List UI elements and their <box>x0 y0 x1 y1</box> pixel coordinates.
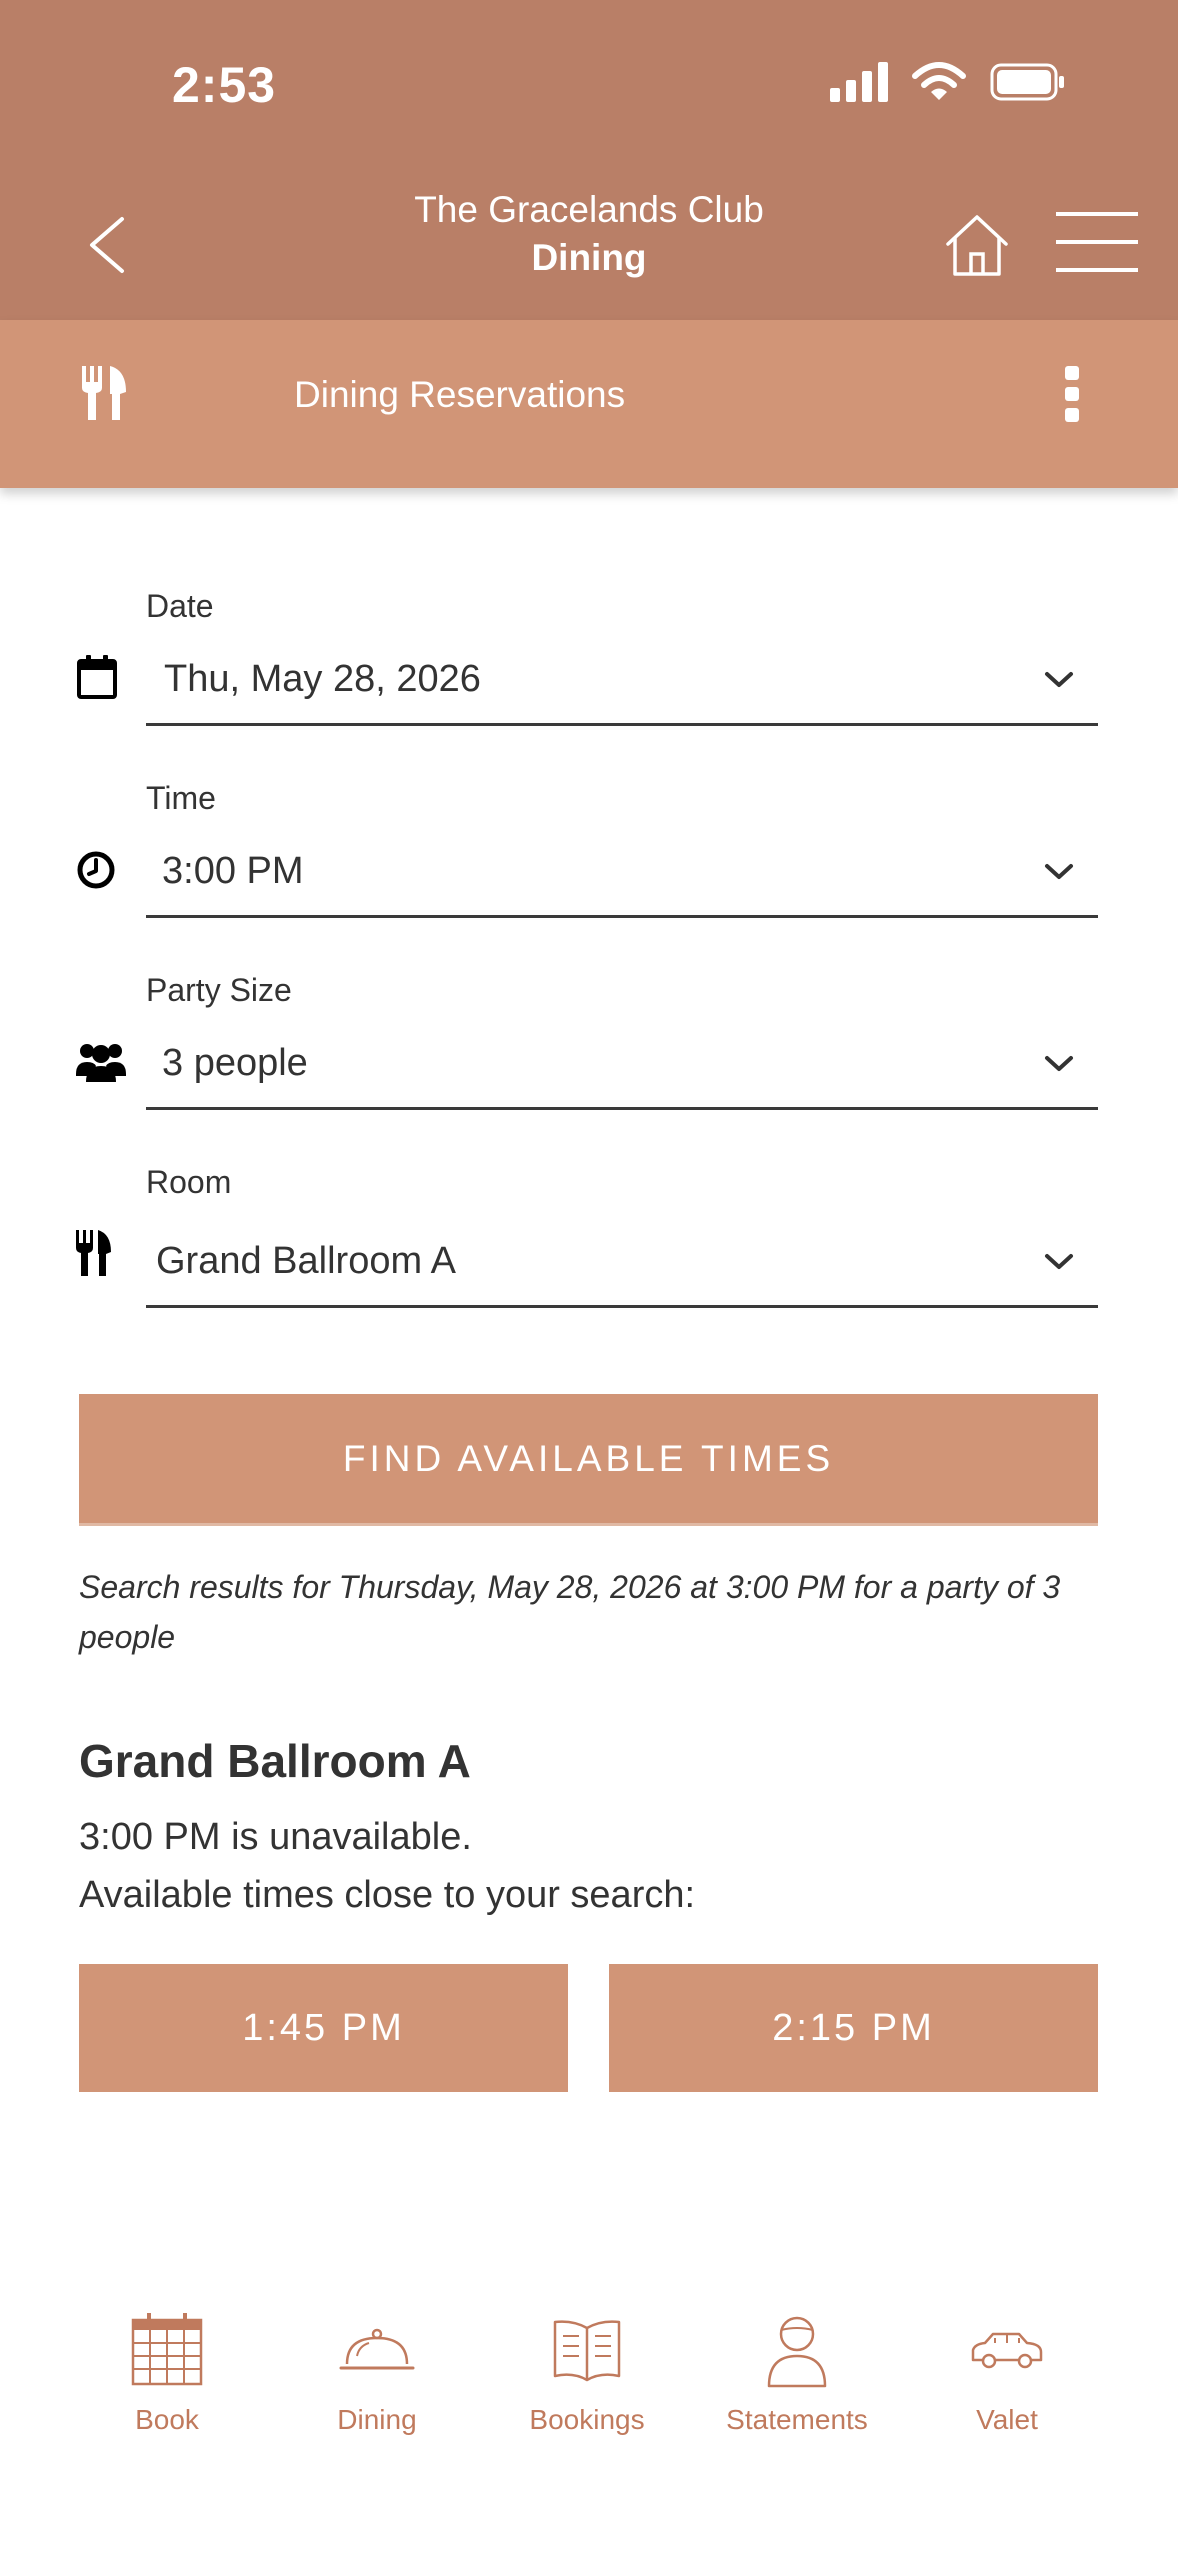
chevron-down-icon <box>1045 1254 1073 1269</box>
car-icon <box>971 2332 1043 2369</box>
nav-item-dining[interactable]: Dining <box>277 2300 477 2436</box>
cloche-icon <box>339 2328 415 2370</box>
status-time: 2:53 <box>172 57 277 113</box>
nav-item-book[interactable]: Book <box>67 2300 267 2436</box>
home-icon <box>946 215 1008 276</box>
time-value: 3:00 PM <box>162 850 304 892</box>
wifi-icon <box>912 62 966 100</box>
utensils-icon <box>82 366 126 420</box>
time-label: Time <box>146 780 216 816</box>
chevron-down-icon <box>1045 1056 1073 1071</box>
chevron-down-icon <box>1045 864 1073 879</box>
nav-item-statements[interactable]: Statements <box>697 2300 897 2436</box>
time-slot-button[interactable]: 2:15 PM <box>609 1964 1098 2092</box>
party-size-label: Party Size <box>146 972 292 1008</box>
room-select[interactable]: Grand Ballroom A <box>146 1224 1098 1308</box>
kebab-dot <box>1065 387 1079 401</box>
alternatives-label: Available times close to your search: <box>79 1874 696 1916</box>
nav-item-valet[interactable]: Valet <box>907 2300 1107 2436</box>
battery-icon <box>990 63 1064 101</box>
header-title-block: The Gracelands Club Dining <box>300 186 878 282</box>
time-select[interactable]: 3:00 PM <box>146 834 1098 918</box>
person-icon <box>767 2316 827 2388</box>
clock-icon <box>77 851 115 889</box>
users-icon <box>76 1044 126 1082</box>
party-size-value: 3 people <box>162 1042 308 1084</box>
open-book-icon <box>553 2320 621 2382</box>
back-button[interactable] <box>76 210 136 280</box>
result-room-heading: Grand Ballroom A <box>79 1735 471 1787</box>
date-value: Thu, May 28, 2026 <box>164 658 481 700</box>
search-summary: Search results for Thursday, May 28, 202… <box>79 1569 1061 1655</box>
cellular-signal-icon <box>830 62 888 102</box>
calendar-grid-icon <box>131 2313 203 2386</box>
nav-label-bookings: Bookings <box>529 2404 645 2435</box>
top-header: 2:53 The Gracelands Club Dining <box>0 0 1178 320</box>
nav-label-valet: Valet <box>976 2404 1038 2435</box>
nav-item-bookings[interactable]: Bookings <box>487 2300 687 2436</box>
home-button[interactable] <box>944 212 1010 278</box>
chevron-down-icon <box>1045 672 1073 687</box>
subheader-title: Dining Reservations <box>294 374 626 415</box>
section-title: Dining <box>531 237 647 278</box>
hamburger-menu-button[interactable] <box>1056 210 1138 274</box>
date-label: Date <box>146 588 214 624</box>
nav-label-statements: Statements <box>726 2404 868 2435</box>
chevron-left-icon <box>90 217 124 273</box>
room-label: Room <box>146 1164 232 1200</box>
club-title: The Gracelands Club <box>414 189 764 230</box>
time-slot-button[interactable]: 1:45 PM <box>79 1964 568 2092</box>
date-select[interactable]: Thu, May 28, 2026 <box>146 642 1098 726</box>
hamburger-menu-icon <box>1056 212 1138 272</box>
kebab-dot <box>1065 366 1079 380</box>
party-size-select[interactable]: 3 people <box>146 1026 1098 1110</box>
unavailable-message: 3:00 PM is unavailable. <box>79 1816 472 1858</box>
kebab-dot <box>1065 408 1079 422</box>
room-value: Grand Ballroom A <box>156 1240 456 1282</box>
nav-label-book: Book <box>135 2404 199 2435</box>
find-available-times-button[interactable]: FIND AVAILABLE TIMES <box>79 1394 1098 1526</box>
utensils-icon <box>76 1230 111 1276</box>
bottom-navigation: Book Dining Bookings Statements Valet <box>0 2300 1178 2480</box>
more-options-button[interactable] <box>1054 360 1090 428</box>
status-icons <box>830 62 1066 102</box>
calendar-icon <box>77 655 117 699</box>
nav-label-dining: Dining <box>337 2404 417 2435</box>
